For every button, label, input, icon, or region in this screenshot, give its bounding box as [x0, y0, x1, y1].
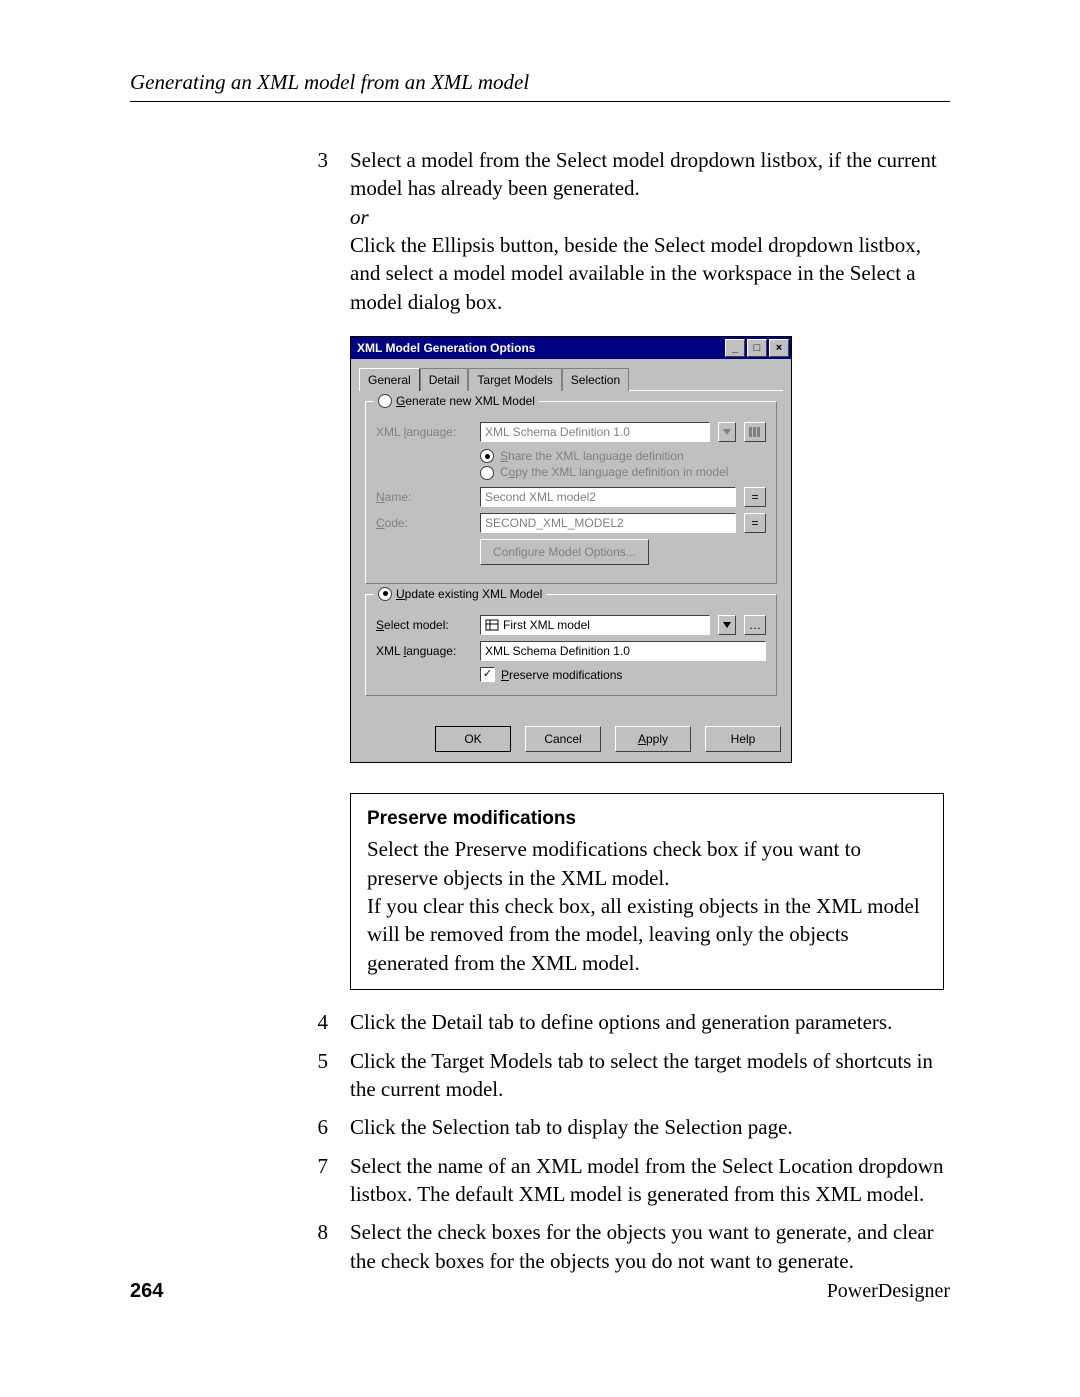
radio-share-definition — [480, 449, 494, 463]
group-update-existing: Update existing XML Model Select model: … — [365, 594, 777, 696]
radio-share-definition-row: Share the XML language definition — [480, 448, 766, 464]
step-8: 8 Select the check boxes for the objects… — [310, 1218, 950, 1275]
tab-selection[interactable]: Selection — [562, 368, 629, 391]
step-7: 7 Select the name of an XML model from t… — [310, 1152, 950, 1209]
tab-detail[interactable]: Detail — [420, 368, 469, 391]
dropdown-icon[interactable] — [718, 615, 736, 635]
step-text: Click the Target Models tab to select th… — [350, 1047, 950, 1104]
dropdown-icon — [718, 422, 736, 442]
step-text: Click the Detail tab to define options a… — [350, 1008, 950, 1036]
step-number: 7 — [310, 1152, 328, 1209]
ok-button[interactable]: OK — [435, 726, 511, 752]
page-footer: 264 PowerDesigner — [130, 1280, 950, 1303]
step-6: 6 Click the Selection tab to display the… — [310, 1113, 950, 1141]
help-button[interactable]: Help — [705, 726, 781, 752]
field-xml-language: XML Schema Definition 1.0 — [480, 422, 710, 442]
step-text-alt: Click the Ellipsis button, beside the Se… — [350, 233, 921, 314]
dialog-title: XML Model Generation Options — [357, 340, 535, 356]
minimize-button[interactable]: _ — [725, 339, 745, 357]
maximize-button[interactable]: □ — [747, 339, 767, 357]
note-paragraph: If you clear this check box, all existin… — [367, 892, 927, 977]
tab-target-models[interactable]: Target Models — [468, 368, 561, 391]
step-number: 8 — [310, 1218, 328, 1275]
checkbox-preserve-row: Preserve modifications — [480, 667, 766, 683]
cancel-button[interactable]: Cancel — [525, 726, 601, 752]
model-icon — [485, 618, 499, 632]
browse-button — [744, 422, 766, 442]
step-5: 5 Click the Target Models tab to select … — [310, 1047, 950, 1104]
step-3: 3 Select a model from the Select model d… — [310, 146, 950, 316]
radio-update-existing[interactable] — [378, 587, 392, 601]
group-generate-new: Generate new XML Model XML language: XML… — [365, 401, 777, 583]
field-code: SECOND_XML_MODEL2 — [480, 513, 736, 533]
ellipsis-button[interactable]: … — [744, 615, 766, 635]
radio-generate-new[interactable] — [378, 394, 392, 408]
step-4: 4 Click the Detail tab to define options… — [310, 1008, 950, 1036]
dialog-titlebar: XML Model Generation Options _ □ × — [351, 337, 791, 359]
name-aux-button: = — [744, 487, 766, 507]
field-xml-language-2: XML Schema Definition 1.0 — [480, 641, 766, 661]
checkbox-preserve-modifications[interactable] — [480, 667, 495, 682]
dialog-xml-generation-options: XML Model Generation Options _ □ × Gener… — [350, 336, 792, 763]
code-aux-button: = — [744, 513, 766, 533]
step-number: 3 — [310, 146, 328, 316]
step-number: 6 — [310, 1113, 328, 1141]
note-paragraph: Select the Preserve modifications check … — [367, 835, 927, 892]
step-number: 5 — [310, 1047, 328, 1104]
radio-copy-definition — [480, 466, 494, 480]
step-text: Click the Selection tab to display the S… — [350, 1113, 950, 1141]
label-xml-language-2: XML language: — [376, 643, 472, 659]
label-name: Name: — [376, 489, 472, 505]
field-select-model[interactable]: First XML model — [480, 615, 710, 635]
field-name: Second XML model2 — [480, 487, 736, 507]
close-button[interactable]: × — [769, 339, 789, 357]
product-name: PowerDesigner — [827, 1280, 950, 1303]
note-title: Preserve modifications — [367, 806, 927, 832]
apply-button[interactable]: Apply — [615, 726, 691, 752]
radio-copy-definition-row: Copy the XML language definition in mode… — [480, 464, 766, 480]
label-select-model: Select model: — [376, 617, 472, 633]
or-word: or — [350, 205, 369, 229]
library-icon — [748, 425, 762, 439]
tab-general[interactable]: General — [359, 368, 420, 391]
page-number: 264 — [130, 1280, 163, 1303]
step-text: Select a model from the Select model dro… — [350, 148, 937, 200]
step-text: Select the name of an XML model from the… — [350, 1152, 950, 1209]
configure-model-options-button: Configure Model Options... — [480, 539, 649, 565]
step-number: 4 — [310, 1008, 328, 1036]
label-xml-language: XML language: — [376, 424, 472, 440]
label-code: Code: — [376, 515, 472, 531]
note-preserve-modifications: Preserve modifications Select the Preser… — [350, 793, 944, 990]
tab-bar: General Detail Target Models Selection — [351, 359, 791, 390]
step-text: Select the check boxes for the objects y… — [350, 1218, 950, 1275]
running-head: Generating an XML model from an XML mode… — [130, 70, 950, 102]
